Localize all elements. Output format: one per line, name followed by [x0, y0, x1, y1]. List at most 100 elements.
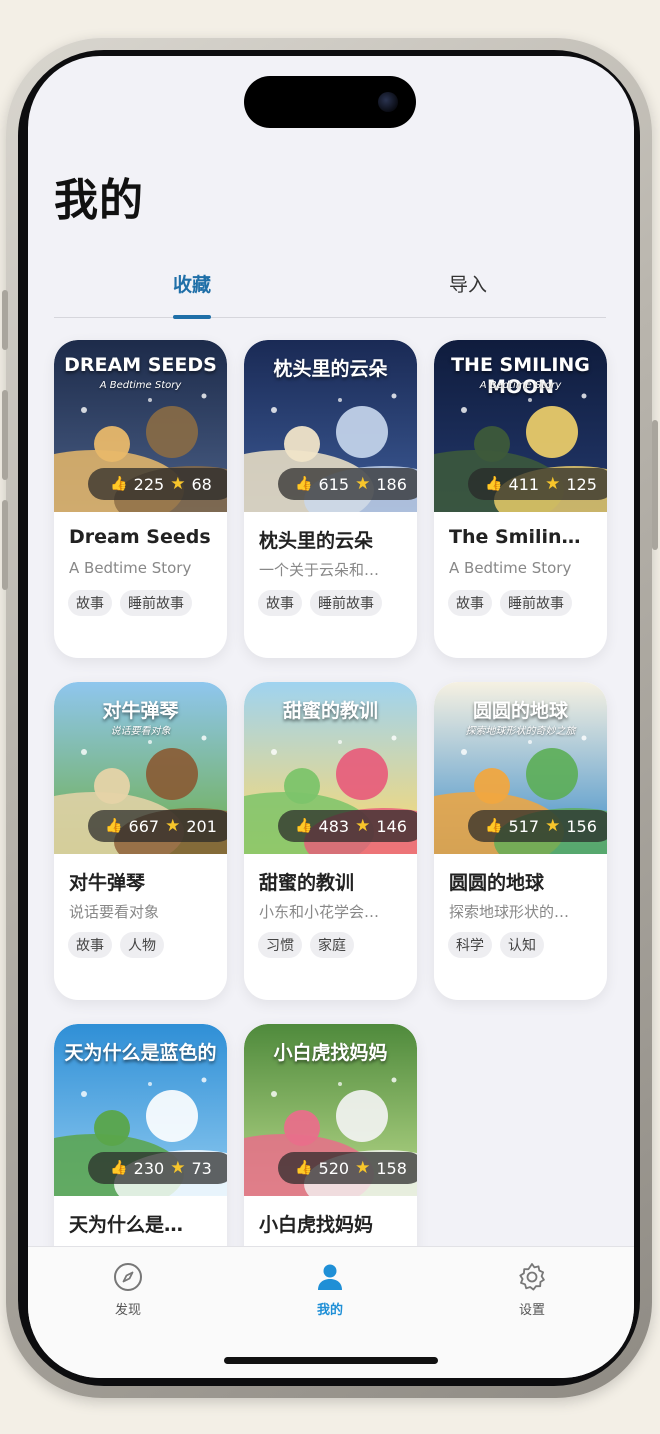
tabbar-item-mine[interactable]: 我的 — [290, 1259, 370, 1318]
tag-list: 习惯 家庭 — [258, 932, 354, 958]
book-title: 枕头里的云朵 — [259, 530, 374, 552]
book-cover: THE SMILING MOON A Bedtime Story 👍 411 ★… — [434, 340, 607, 512]
tag-chip[interactable]: 习惯 — [258, 932, 302, 958]
tag-chip[interactable]: 家庭 — [310, 932, 354, 958]
tag-chip[interactable]: 睡前故事 — [120, 590, 192, 616]
book-card[interactable]: 圆圆的地球 探索地球形状的奇妙之旅 👍 517 ★ 156 圆圆的地球 探索地球… — [434, 682, 607, 1000]
app-screen: 我的 收藏 导入 DREAM SEEDS A Bedtime Story 👍 2… — [28, 56, 634, 1378]
cover-title: DREAM SEEDS — [64, 354, 217, 376]
star-icon: ★ — [355, 1158, 371, 1178]
tab-favorites[interactable]: 收藏 — [132, 270, 252, 297]
gear-icon — [492, 1259, 572, 1295]
stars-count: 158 — [376, 1158, 407, 1178]
stars-count: 186 — [376, 474, 407, 494]
camera-icon — [378, 92, 398, 112]
thumbs-up-icon: 👍 — [295, 818, 313, 834]
stars-count: 146 — [376, 816, 407, 836]
book-title: 甜蜜的教训 — [259, 872, 355, 894]
stars-count: 125 — [566, 474, 597, 494]
stars-count: 68 — [191, 474, 212, 494]
likes-count: 483 — [318, 816, 350, 836]
tag-chip[interactable]: 人物 — [120, 932, 164, 958]
cover-title: 对牛弹琴 — [102, 700, 179, 722]
star-icon: ★ — [165, 816, 181, 836]
cover-subtitle: A Bedtime Story — [99, 380, 182, 391]
book-cover: 天为什么是蓝色的 👍 230 ★ 73 — [54, 1024, 227, 1196]
book-subtitle: A Bedtime Story — [449, 559, 572, 577]
stats-badge: 👍 483 ★ 146 — [278, 810, 417, 842]
thumbs-up-icon: 👍 — [295, 476, 313, 492]
book-subtitle: 一个关于云朵和… — [259, 561, 380, 579]
book-title: 对牛弹琴 — [69, 872, 146, 894]
book-cover: 甜蜜的教训 👍 483 ★ 146 — [244, 682, 417, 854]
cover-title: THE SMILING MOON — [451, 354, 590, 398]
book-subtitle: 探索地球形状的… — [449, 903, 570, 921]
cover-title: 甜蜜的教训 — [282, 700, 378, 722]
stats-badge: 👍 615 ★ 186 — [278, 468, 417, 500]
thumbs-up-icon: 👍 — [110, 476, 128, 492]
volume-up-button — [2, 390, 8, 480]
likes-count: 411 — [508, 474, 540, 494]
stats-badge: 👍 517 ★ 156 — [468, 810, 607, 842]
book-title: The Smiling… — [449, 526, 594, 548]
star-icon: ★ — [355, 474, 371, 494]
book-card[interactable]: THE SMILING MOON A Bedtime Story 👍 411 ★… — [434, 340, 607, 658]
cover-title: 天为什么是蓝色的 — [64, 1042, 217, 1064]
tag-chip[interactable]: 睡前故事 — [310, 590, 382, 616]
compass-icon — [88, 1259, 168, 1295]
tabbar-label: 设置 — [518, 1303, 545, 1318]
cover-title: 圆圆的地球 — [472, 700, 568, 722]
stats-badge: 👍 667 ★ 201 — [88, 810, 227, 842]
stats-badge: 👍 230 ★ 73 — [88, 1152, 227, 1184]
stars-count: 73 — [191, 1158, 212, 1178]
likes-count: 517 — [508, 816, 540, 836]
tabbar-item-discover[interactable]: 发现 — [88, 1259, 168, 1318]
book-cover: 小白虎找妈妈 👍 520 ★ 158 — [244, 1024, 417, 1196]
book-subtitle: 说话要看对象 — [69, 903, 160, 921]
book-subtitle: A Bedtime Story — [69, 559, 192, 577]
tab-import[interactable]: 导入 — [408, 270, 528, 297]
likes-count: 520 — [318, 1158, 350, 1178]
book-card[interactable]: 对牛弹琴 说话要看对象 👍 667 ★ 201 对牛弹琴 说话要看对象 故事 人物 — [54, 682, 227, 1000]
tag-chip[interactable]: 故事 — [68, 590, 112, 616]
book-card[interactable]: 枕头里的云朵 👍 615 ★ 186 枕头里的云朵 一个关于云朵和… 故事 睡前故… — [244, 340, 417, 658]
thumbs-up-icon: 👍 — [485, 818, 503, 834]
tag-chip[interactable]: 故事 — [258, 590, 302, 616]
book-card[interactable]: DREAM SEEDS A Bedtime Story 👍 225 ★ 68 D… — [54, 340, 227, 658]
likes-count: 225 — [133, 474, 165, 494]
thumbs-up-icon: 👍 — [485, 476, 503, 492]
stars-count: 201 — [186, 816, 217, 836]
thumbs-up-icon: 👍 — [295, 1160, 313, 1176]
book-title: 天为什么是… — [69, 1214, 184, 1236]
tag-list: 故事 睡前故事 — [68, 590, 192, 616]
likes-count: 615 — [318, 474, 350, 494]
thumbs-up-icon: 👍 — [105, 818, 123, 834]
star-icon: ★ — [545, 474, 561, 494]
power-button — [652, 420, 658, 550]
tabbar-item-settings[interactable]: 设置 — [492, 1259, 572, 1318]
segment-tabs: 收藏 导入 — [54, 256, 606, 319]
tag-chip[interactable]: 故事 — [68, 932, 112, 958]
thumbs-up-icon: 👍 — [110, 1160, 128, 1176]
book-title: 圆圆的地球 — [449, 872, 545, 894]
dynamic-island — [244, 76, 416, 128]
home-indicator — [224, 1357, 438, 1364]
tabbar-label: 我的 — [316, 1303, 343, 1318]
tag-list: 科学 认知 — [448, 932, 544, 958]
stats-badge: 👍 225 ★ 68 — [88, 468, 227, 500]
book-cover: 对牛弹琴 说话要看对象 👍 667 ★ 201 — [54, 682, 227, 854]
tag-chip[interactable]: 认知 — [500, 932, 544, 958]
star-icon: ★ — [355, 816, 371, 836]
book-card[interactable]: 甜蜜的教训 👍 483 ★ 146 甜蜜的教训 小东和小花学会… 习惯 家庭 — [244, 682, 417, 1000]
cover-subtitle: A Bedtime Story — [479, 380, 562, 391]
action-button — [2, 290, 8, 350]
tag-chip[interactable]: 故事 — [448, 590, 492, 616]
book-subtitle: 小东和小花学会… — [259, 903, 380, 921]
book-title: Dream Seeds — [69, 526, 211, 548]
tag-chip[interactable]: 科学 — [448, 932, 492, 958]
tag-list: 故事 人物 — [68, 932, 164, 958]
cover-subtitle: 说话要看对象 — [110, 726, 171, 737]
tag-chip[interactable]: 睡前故事 — [500, 590, 572, 616]
volume-down-button — [2, 500, 8, 590]
star-icon: ★ — [545, 816, 561, 836]
